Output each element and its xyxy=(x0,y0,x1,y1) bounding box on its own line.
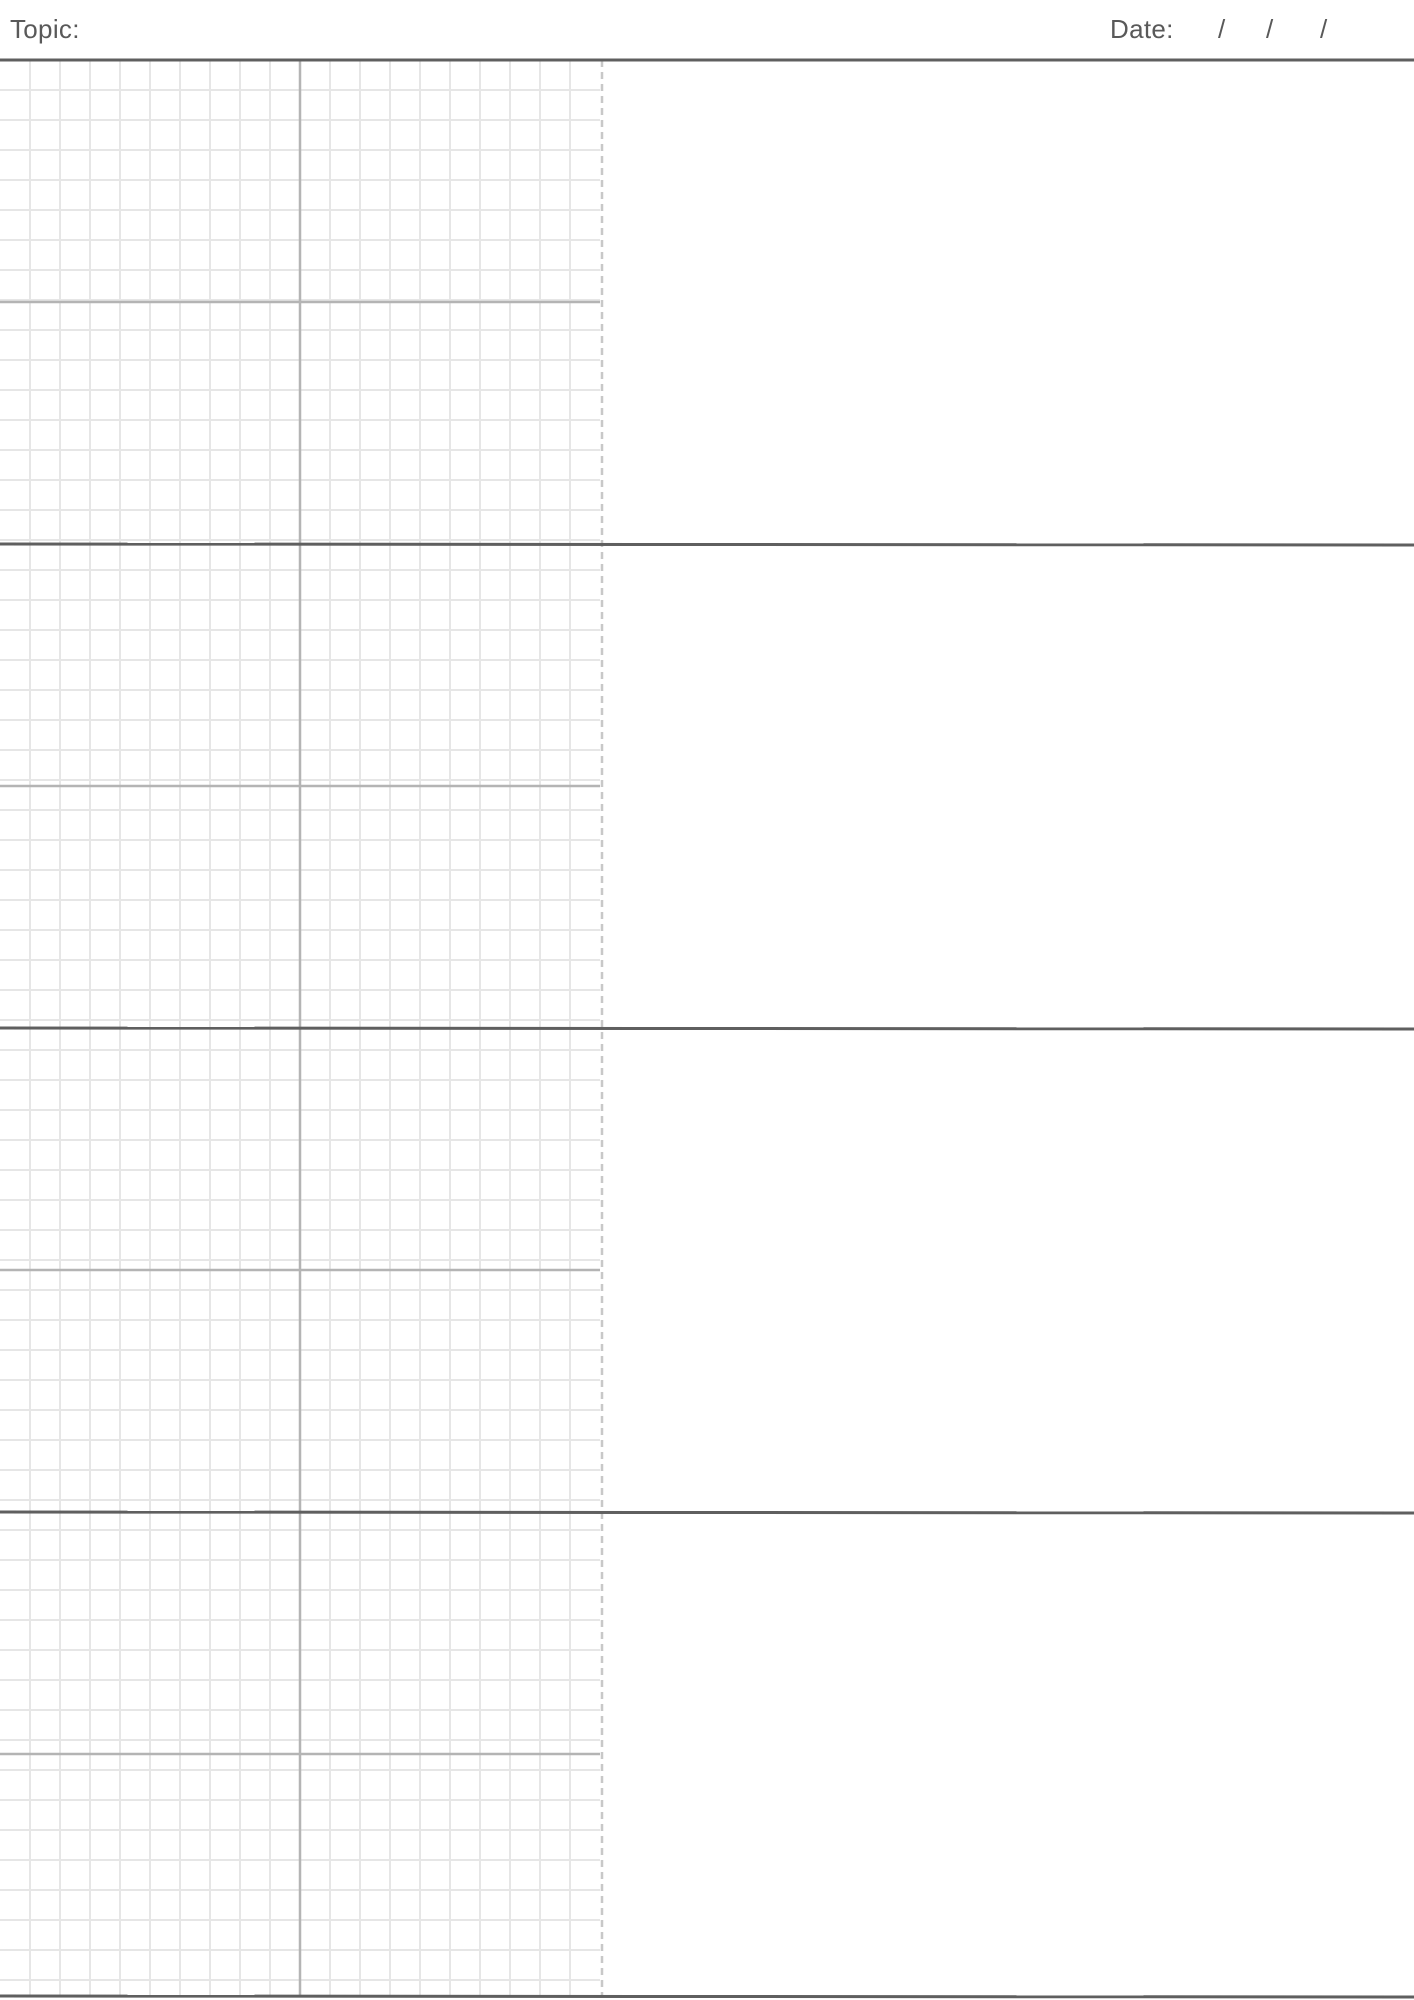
section-rule xyxy=(0,1510,1414,1515)
note-sheet xyxy=(0,58,1414,1999)
section-rule xyxy=(0,1026,1414,1031)
section-rule xyxy=(0,1994,1414,1999)
section-rule xyxy=(0,542,1414,547)
section-rules xyxy=(0,58,1414,1999)
